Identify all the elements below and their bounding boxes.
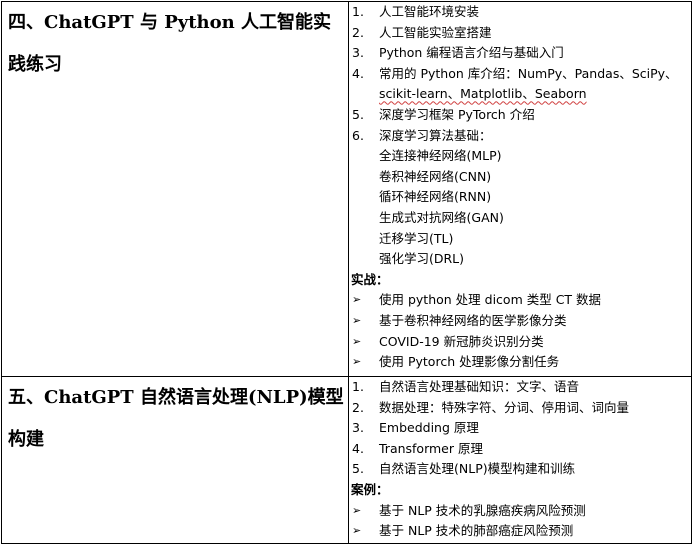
item-text: 常用的 Python 库介绍：NumPy、Pandas、SciPy、 [379,65,678,81]
list-item: 2. 人工智能实验室搭建 [349,23,691,44]
item-text: 全连接神经网络(MLP) [379,148,502,164]
item-text: 强化学习(DRL) [379,251,465,267]
bullet-item: ➢ COVID-19 新冠肺炎识别分类 [349,332,691,353]
section-title-cell: 四、ChatGPT 与 Python 人工智能实践练习 [1,1,349,377]
item-text: 人工智能实验室搭建 [379,24,492,40]
item-number: 3. [352,420,364,436]
sub-item: 全连接神经网络(MLP) [349,146,691,167]
item-number: 2. [352,24,364,40]
bullet-text: 基于 NLP 技术的肺部癌症风险预测 [379,523,574,539]
item-number: 1. [352,379,364,394]
item-text: 卷积神经网络(CNN) [379,168,492,184]
list-item: 5. 自然语言处理(NLP)模型构建和训练 [349,459,691,480]
item-number: 6. [352,127,364,143]
item-text: Transformer 原理 [379,440,483,456]
bullet-text: 使用 python 处理 dicom 类型 CT 数据 [379,292,602,308]
bullet-item: ➢ 使用 python 处理 dicom 类型 CT 数据 [349,290,691,311]
list-item-continuation: scikit-learn、Matplotlib、Seaborn [349,84,691,105]
item-text: 生成式对抗网络(GAN) [379,209,504,225]
subheading: 实战： [351,271,389,287]
section-row: 五、ChatGPT 自然语言处理(NLP)模型构建 1. 自然语言处理基础知识：文… [1,376,692,544]
bullet-item: ➢ 基于 NLP 技术的肺部癌症风险预测 [349,521,691,542]
list-item: 2. 数据处理：特殊字符、分词、停用词、词向量 [349,398,691,419]
list-item: 5. 深度学习框架 PyTorch 介绍 [349,105,691,126]
arrowhead-bullet-icon: ➢ [352,503,362,517]
item-text: Embedding 原理 [379,420,479,436]
item-text: 自然语言处理(NLP)模型构建和训练 [379,461,576,477]
item-text: Python 编程语言介绍与基础入门 [379,45,564,61]
section-title-cell: 五、ChatGPT 自然语言处理(NLP)模型构建 [1,376,349,544]
sub-item: 卷积神经网络(CNN) [349,167,691,188]
sub-item: 迁移学习(TL) [349,229,691,250]
item-number: 5. [352,106,364,122]
section-row: 四、ChatGPT 与 Python 人工智能实践练习 1. 人工智能环境安装 2… [1,1,692,377]
list-item: 4. Transformer 原理 [349,439,691,460]
item-number: 3. [352,45,364,61]
bullet-text: 基于 NLP 技术的乳腺癌疾病风险预测 [379,502,586,518]
item-text: 深度学习框架 PyTorch 介绍 [379,106,535,122]
arrowhead-bullet-icon: ➢ [352,524,362,538]
list-item: 3. Python 编程语言介绍与基础入门 [349,43,691,64]
item-text: 数据处理：特殊字符、分词、停用词、词向量 [379,399,630,415]
subheading: 案例： [351,481,389,497]
list-item: 4. 常用的 Python 库介绍：NumPy、Pandas、SciPy、 [349,64,691,85]
list-item: 6. 深度学习算法基础： [349,126,691,147]
arrowhead-bullet-icon: ➢ [352,334,362,348]
item-number: 1. [352,4,364,19]
item-number: 5. [352,461,364,477]
item-text: 自然语言处理基础知识：文字、语音 [379,379,580,394]
item-number: 4. [352,440,364,456]
list-item: 3. Embedding 原理 [349,418,691,439]
bullet-text: 使用 Pytorch 处理影像分割任务 [379,354,560,370]
sub-item: 强化学习(DRL) [349,249,691,270]
section-title: 四、ChatGPT 与 Python 人工智能实践练习 [8,12,331,75]
list-item: 1. 自然语言处理基础知识：文字、语音 [349,377,691,398]
item-number: 4. [352,65,364,81]
item-number: 2. [352,399,364,415]
item-text: scikit-learn、Matplotlib、Seaborn [379,86,587,102]
arrowhead-bullet-icon: ➢ [352,293,362,307]
bullet-text: 基于卷积神经网络的医学影像分类 [379,312,567,328]
item-text: 深度学习算法基础： [379,127,492,143]
item-text: 迁移学习(TL) [379,230,454,246]
section-content-cell: 1. 自然语言处理基础知识：文字、语音 2. 数据处理：特殊字符、分词、停用词、词向… [348,376,692,544]
list-item: 1. 人工智能环境安装 [349,2,691,23]
section-title: 五、ChatGPT 自然语言处理(NLP)模型构建 [8,387,344,450]
course-table: 四、ChatGPT 与 Python 人工智能实践练习 1. 人工智能环境安装 2… [1,1,692,544]
sub-item: 生成式对抗网络(GAN) [349,208,691,229]
arrowhead-bullet-icon: ➢ [352,313,362,327]
bullet-item: ➢ 基于 NLP 技术的乳腺癌疾病风险预测 [349,501,691,522]
item-text: 人工智能环境安装 [379,4,480,19]
bullet-item: ➢ 基于卷积神经网络的医学影像分类 [349,311,691,332]
section-content-cell: 1. 人工智能环境安装 2. 人工智能实验室搭建 3. Python 编程语言介绍与基… [348,1,692,377]
bullet-item: ➢ 使用 Pytorch 处理影像分割任务 [349,352,691,373]
bullet-text: COVID-19 新冠肺炎识别分类 [379,333,544,349]
sub-item: 循环神经网络(RNN) [349,187,691,208]
item-text: 循环神经网络(RNN) [379,189,492,205]
arrowhead-bullet-icon: ➢ [352,355,362,369]
